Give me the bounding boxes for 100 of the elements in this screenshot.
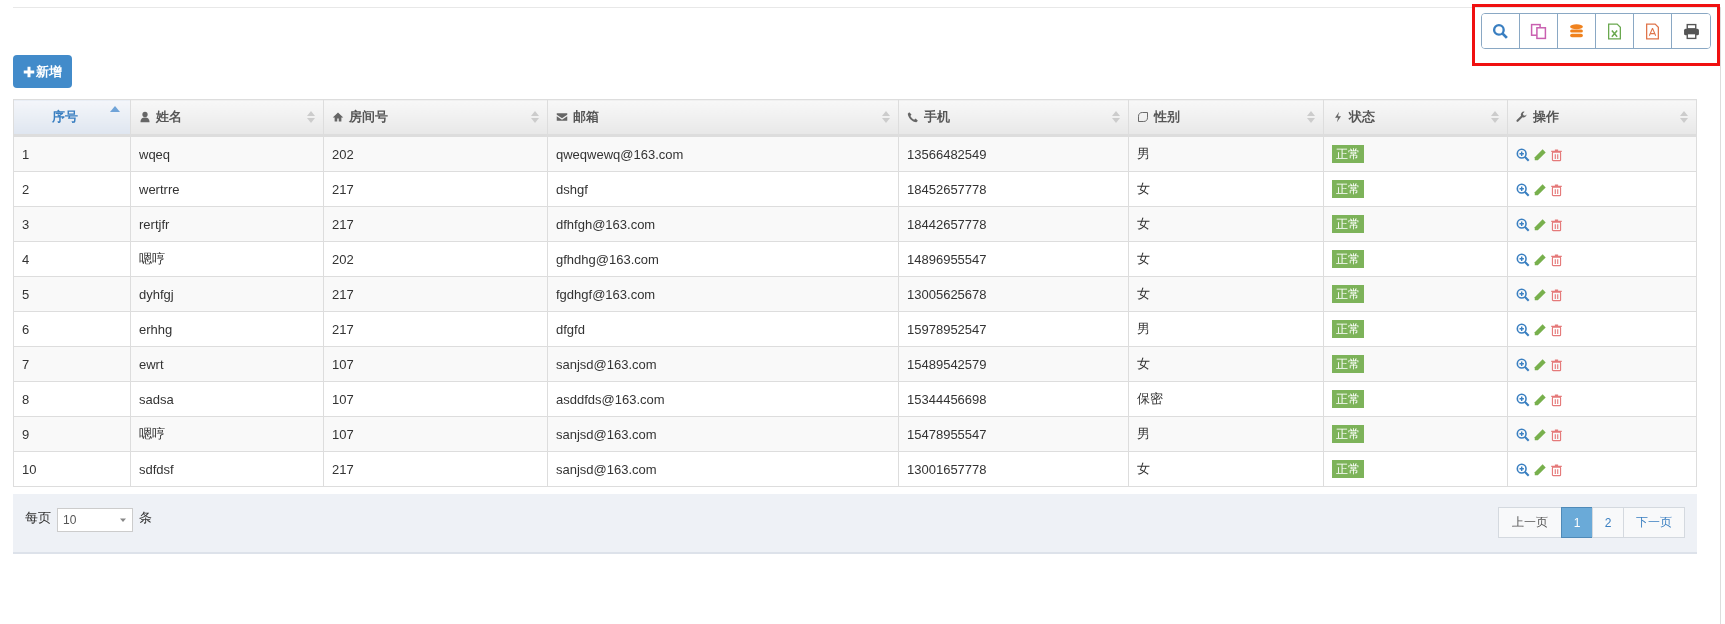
table-cell: 202 bbox=[323, 135, 548, 172]
spreadsheet-file-icon bbox=[1606, 22, 1623, 40]
table-cell: 女 bbox=[1128, 206, 1324, 242]
table-cell: 5 bbox=[13, 276, 131, 312]
table-cell: 217 bbox=[323, 206, 548, 242]
pencil-icon[interactable] bbox=[1533, 322, 1547, 337]
table-cell: ewrt bbox=[130, 346, 324, 382]
table-cell: 217 bbox=[323, 311, 548, 347]
sort-icon bbox=[531, 111, 539, 123]
pencil-icon[interactable] bbox=[1533, 217, 1547, 232]
table-cell: 嗯哼 bbox=[130, 416, 324, 452]
table-cell: rertjfr bbox=[130, 206, 324, 242]
leaf-icon bbox=[1137, 111, 1149, 123]
table-cell: gfhdhg@163.com bbox=[547, 241, 899, 277]
status-label: 正常 bbox=[1332, 179, 1364, 198]
pencil-icon[interactable] bbox=[1533, 147, 1547, 162]
pencil-icon[interactable] bbox=[1533, 427, 1547, 442]
trash-icon[interactable] bbox=[1550, 217, 1563, 232]
trash-icon[interactable] bbox=[1550, 252, 1563, 267]
column-header[interactable]: 手机 bbox=[898, 99, 1129, 136]
table-cell: 女 bbox=[1128, 171, 1324, 207]
zoom-in-icon[interactable] bbox=[1516, 217, 1530, 232]
table-cell: wqeq bbox=[130, 135, 324, 172]
sort-icon bbox=[882, 111, 890, 123]
trash-icon[interactable] bbox=[1550, 147, 1563, 162]
column-header[interactable]: 邮箱 bbox=[547, 99, 899, 136]
next-page-button[interactable]: 下一页 bbox=[1623, 507, 1685, 538]
zoom-in-icon[interactable] bbox=[1516, 287, 1530, 302]
page-size-select[interactable]: 10 bbox=[57, 508, 133, 532]
zoom-in-icon[interactable] bbox=[1516, 462, 1530, 477]
trash-icon[interactable] bbox=[1550, 322, 1563, 337]
per-page-label: 每页 bbox=[25, 509, 51, 527]
previous-page-button[interactable]: 上一页 bbox=[1498, 507, 1562, 538]
pencil-icon[interactable] bbox=[1533, 462, 1547, 477]
status-label: 正常 bbox=[1332, 214, 1364, 233]
trash-icon[interactable] bbox=[1550, 182, 1563, 197]
table-cell: 202 bbox=[323, 241, 548, 277]
sort-icon bbox=[307, 111, 315, 123]
trash-icon[interactable] bbox=[1550, 357, 1563, 372]
wrench-icon bbox=[1516, 111, 1528, 123]
table-cell: 217 bbox=[323, 451, 548, 487]
status-label: 正常 bbox=[1332, 354, 1364, 373]
table-cell: 18452657778 bbox=[898, 171, 1129, 207]
zoom-in-icon[interactable] bbox=[1516, 357, 1530, 372]
table-cell: dfgfd bbox=[547, 311, 899, 347]
lightning-icon bbox=[1332, 111, 1344, 123]
pencil-icon[interactable] bbox=[1533, 392, 1547, 407]
table-cell: 15489542579 bbox=[898, 346, 1129, 382]
pencil-icon[interactable] bbox=[1533, 252, 1547, 267]
status-label: 正常 bbox=[1332, 319, 1364, 338]
table-cell: 6 bbox=[13, 311, 131, 347]
table-cell: 15344456698 bbox=[898, 381, 1129, 417]
table-cell: 女 bbox=[1128, 346, 1324, 382]
table-cell: 男 bbox=[1128, 311, 1324, 347]
trash-icon[interactable] bbox=[1550, 427, 1563, 442]
table-cell: 女 bbox=[1128, 276, 1324, 312]
sort-icon bbox=[1491, 111, 1499, 123]
zoom-in-icon[interactable] bbox=[1516, 392, 1530, 407]
column-header[interactable]: 房间号 bbox=[323, 99, 548, 136]
table-cell: 2 bbox=[13, 171, 131, 207]
table-cell: 3 bbox=[13, 206, 131, 242]
table-cell: 9 bbox=[13, 416, 131, 452]
column-header[interactable]: 状态 bbox=[1323, 99, 1508, 136]
table-cell: 男 bbox=[1128, 135, 1324, 172]
pencil-icon[interactable] bbox=[1533, 182, 1547, 197]
table-cell: 15978952547 bbox=[898, 311, 1129, 347]
table-cell: 8 bbox=[13, 381, 131, 417]
pencil-icon[interactable] bbox=[1533, 357, 1547, 372]
trash-icon[interactable] bbox=[1550, 287, 1563, 302]
table-cell: 1 bbox=[13, 135, 131, 172]
column-header[interactable]: 操作 bbox=[1507, 99, 1697, 136]
table-cell: sanjsd@163.com bbox=[547, 451, 899, 487]
zoom-in-icon[interactable] bbox=[1516, 182, 1530, 197]
zoom-in-icon[interactable] bbox=[1516, 322, 1530, 337]
table-cell: 女 bbox=[1128, 451, 1324, 487]
page-button[interactable]: 2 bbox=[1592, 507, 1624, 538]
zoom-in-icon[interactable] bbox=[1516, 252, 1530, 267]
table-cell: 107 bbox=[323, 381, 548, 417]
database-icon bbox=[1568, 22, 1585, 40]
table-cell: sadsa bbox=[130, 381, 324, 417]
caret-down-icon bbox=[119, 516, 127, 524]
sort-icon bbox=[1307, 111, 1315, 123]
user-icon bbox=[139, 111, 151, 123]
trash-icon[interactable] bbox=[1550, 392, 1563, 407]
search-icon bbox=[1492, 22, 1509, 40]
envelope-icon bbox=[556, 111, 568, 123]
table-cell: 217 bbox=[323, 171, 548, 207]
trash-icon[interactable] bbox=[1550, 462, 1563, 477]
column-header[interactable]: 姓名 bbox=[130, 99, 324, 136]
add-button[interactable]: 新增 bbox=[13, 55, 72, 88]
table-cell: 7 bbox=[13, 346, 131, 382]
zoom-in-icon[interactable] bbox=[1516, 427, 1530, 442]
table-cell: 男 bbox=[1128, 416, 1324, 452]
table-cell: 107 bbox=[323, 416, 548, 452]
column-header[interactable]: 性别 bbox=[1128, 99, 1324, 136]
table-cell: 女 bbox=[1128, 241, 1324, 277]
column-header[interactable]: 序号 bbox=[13, 99, 131, 136]
pencil-icon[interactable] bbox=[1533, 287, 1547, 302]
zoom-in-icon[interactable] bbox=[1516, 147, 1530, 162]
search-button[interactable] bbox=[1482, 14, 1520, 48]
